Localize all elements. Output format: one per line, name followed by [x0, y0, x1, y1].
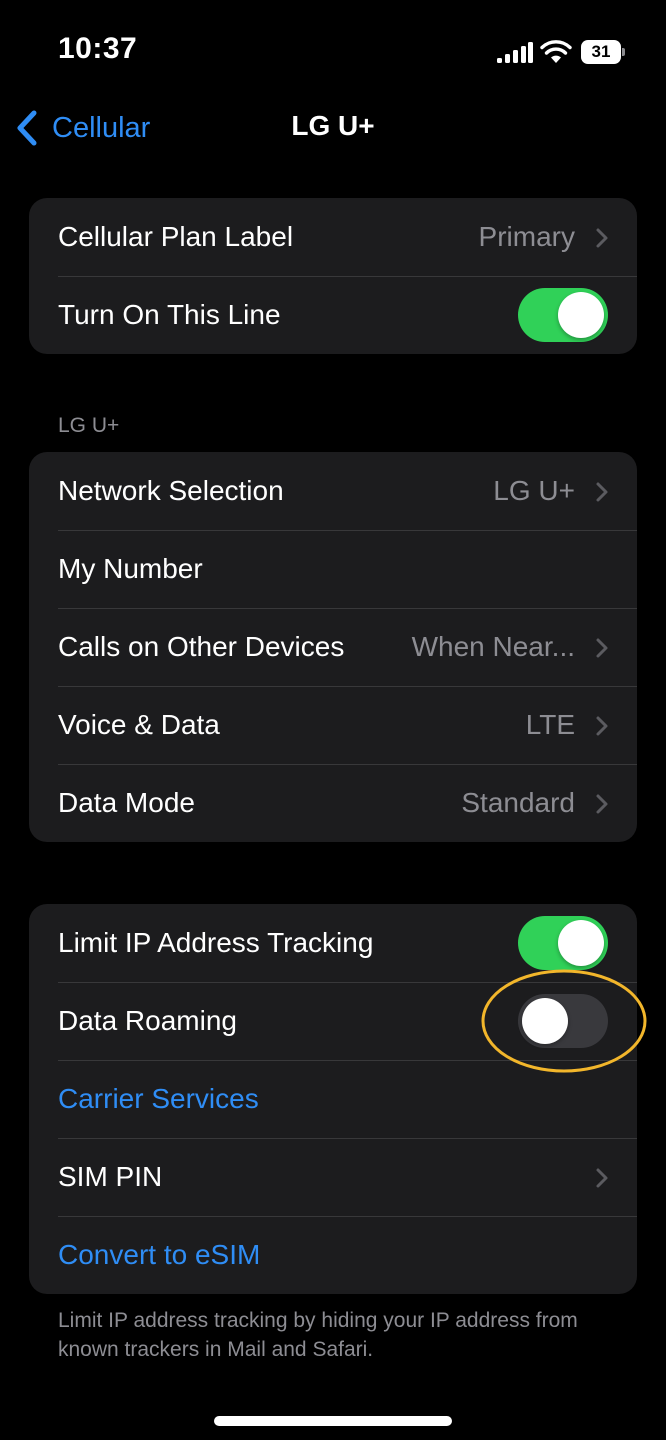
row-label: Data Mode [58, 787, 195, 818]
data-mode-row[interactable]: Data Mode Standard [29, 764, 637, 842]
signal-icon [497, 42, 533, 63]
calls-on-other-devices-row[interactable]: Calls on Other Devices When Near... [29, 608, 637, 686]
row-label: Limit IP Address Tracking [58, 927, 374, 958]
cellular-plan-label-row[interactable]: Cellular Plan Label Primary [29, 198, 637, 276]
row-label: Network Selection [58, 475, 284, 506]
section-header: LG U+ [58, 414, 120, 437]
data-roaming-toggle[interactable] [518, 994, 608, 1048]
data-roaming-row: Data Roaming [29, 982, 637, 1060]
battery-icon: 31 [581, 40, 625, 64]
turn-on-line-toggle[interactable] [518, 288, 608, 342]
battery-tip [622, 48, 625, 56]
footer-note: Limit IP address tracking by hiding your… [58, 1309, 578, 1361]
chevron-right-icon [596, 228, 608, 248]
toggle-knob [558, 292, 604, 338]
row-label: Cellular Plan Label [58, 221, 294, 252]
navigation-bar: Cellular LG U+ [0, 100, 666, 156]
chevron-right-icon [596, 1168, 608, 1188]
network-selection-row[interactable]: Network Selection LG U+ [29, 452, 637, 530]
status-bar: 10:37 31 [0, 0, 666, 100]
row-value: LG U+ [493, 475, 575, 506]
row-label: SIM PIN [58, 1161, 163, 1192]
limit-ip-tracking-row: Limit IP Address Tracking [29, 904, 637, 982]
row-value: Primary [478, 221, 575, 252]
chevron-right-icon [596, 638, 608, 658]
carrier-services-link[interactable]: Carrier Services [58, 1060, 259, 1138]
chevron-right-icon [596, 794, 608, 814]
row-label: Data Roaming [58, 1005, 237, 1036]
turn-on-this-line-row: Turn On This Line [29, 276, 637, 354]
sim-pin-row[interactable]: SIM PIN [29, 1138, 637, 1216]
status-time: 10:37 [58, 32, 138, 65]
row-label: Turn On This Line [58, 299, 281, 330]
row-value: Standard [461, 787, 575, 818]
home-indicator[interactable] [214, 1416, 452, 1426]
privacy-roaming-group: Limit IP Address Tracking Data Roaming C… [29, 904, 637, 1294]
toggle-knob [558, 920, 604, 966]
limit-ip-tracking-toggle[interactable] [518, 916, 608, 970]
row-label: Voice & Data [58, 709, 220, 740]
chevron-right-icon [596, 716, 608, 736]
plan-settings-group: Cellular Plan Label Primary Turn On This… [29, 198, 637, 354]
convert-to-esim-link[interactable]: Convert to eSIM [58, 1216, 260, 1294]
row-label: Calls on Other Devices [58, 631, 345, 662]
battery-level: 31 [581, 40, 621, 64]
row-value: LTE [525, 709, 575, 740]
row-value: When Near... [411, 631, 575, 662]
toggle-knob [522, 998, 568, 1044]
carrier-services-row[interactable]: Carrier Services [29, 1060, 637, 1138]
wifi-icon [540, 40, 572, 63]
page-title: LG U+ [291, 110, 375, 141]
carrier-settings-group: Network Selection LG U+ My Number Calls … [29, 452, 637, 842]
convert-to-esim-row[interactable]: Convert to eSIM [29, 1216, 637, 1294]
my-number-row[interactable]: My Number [29, 530, 637, 608]
row-label: My Number [58, 553, 203, 584]
voice-and-data-row[interactable]: Voice & Data LTE [29, 686, 637, 764]
chevron-right-icon [596, 482, 608, 502]
